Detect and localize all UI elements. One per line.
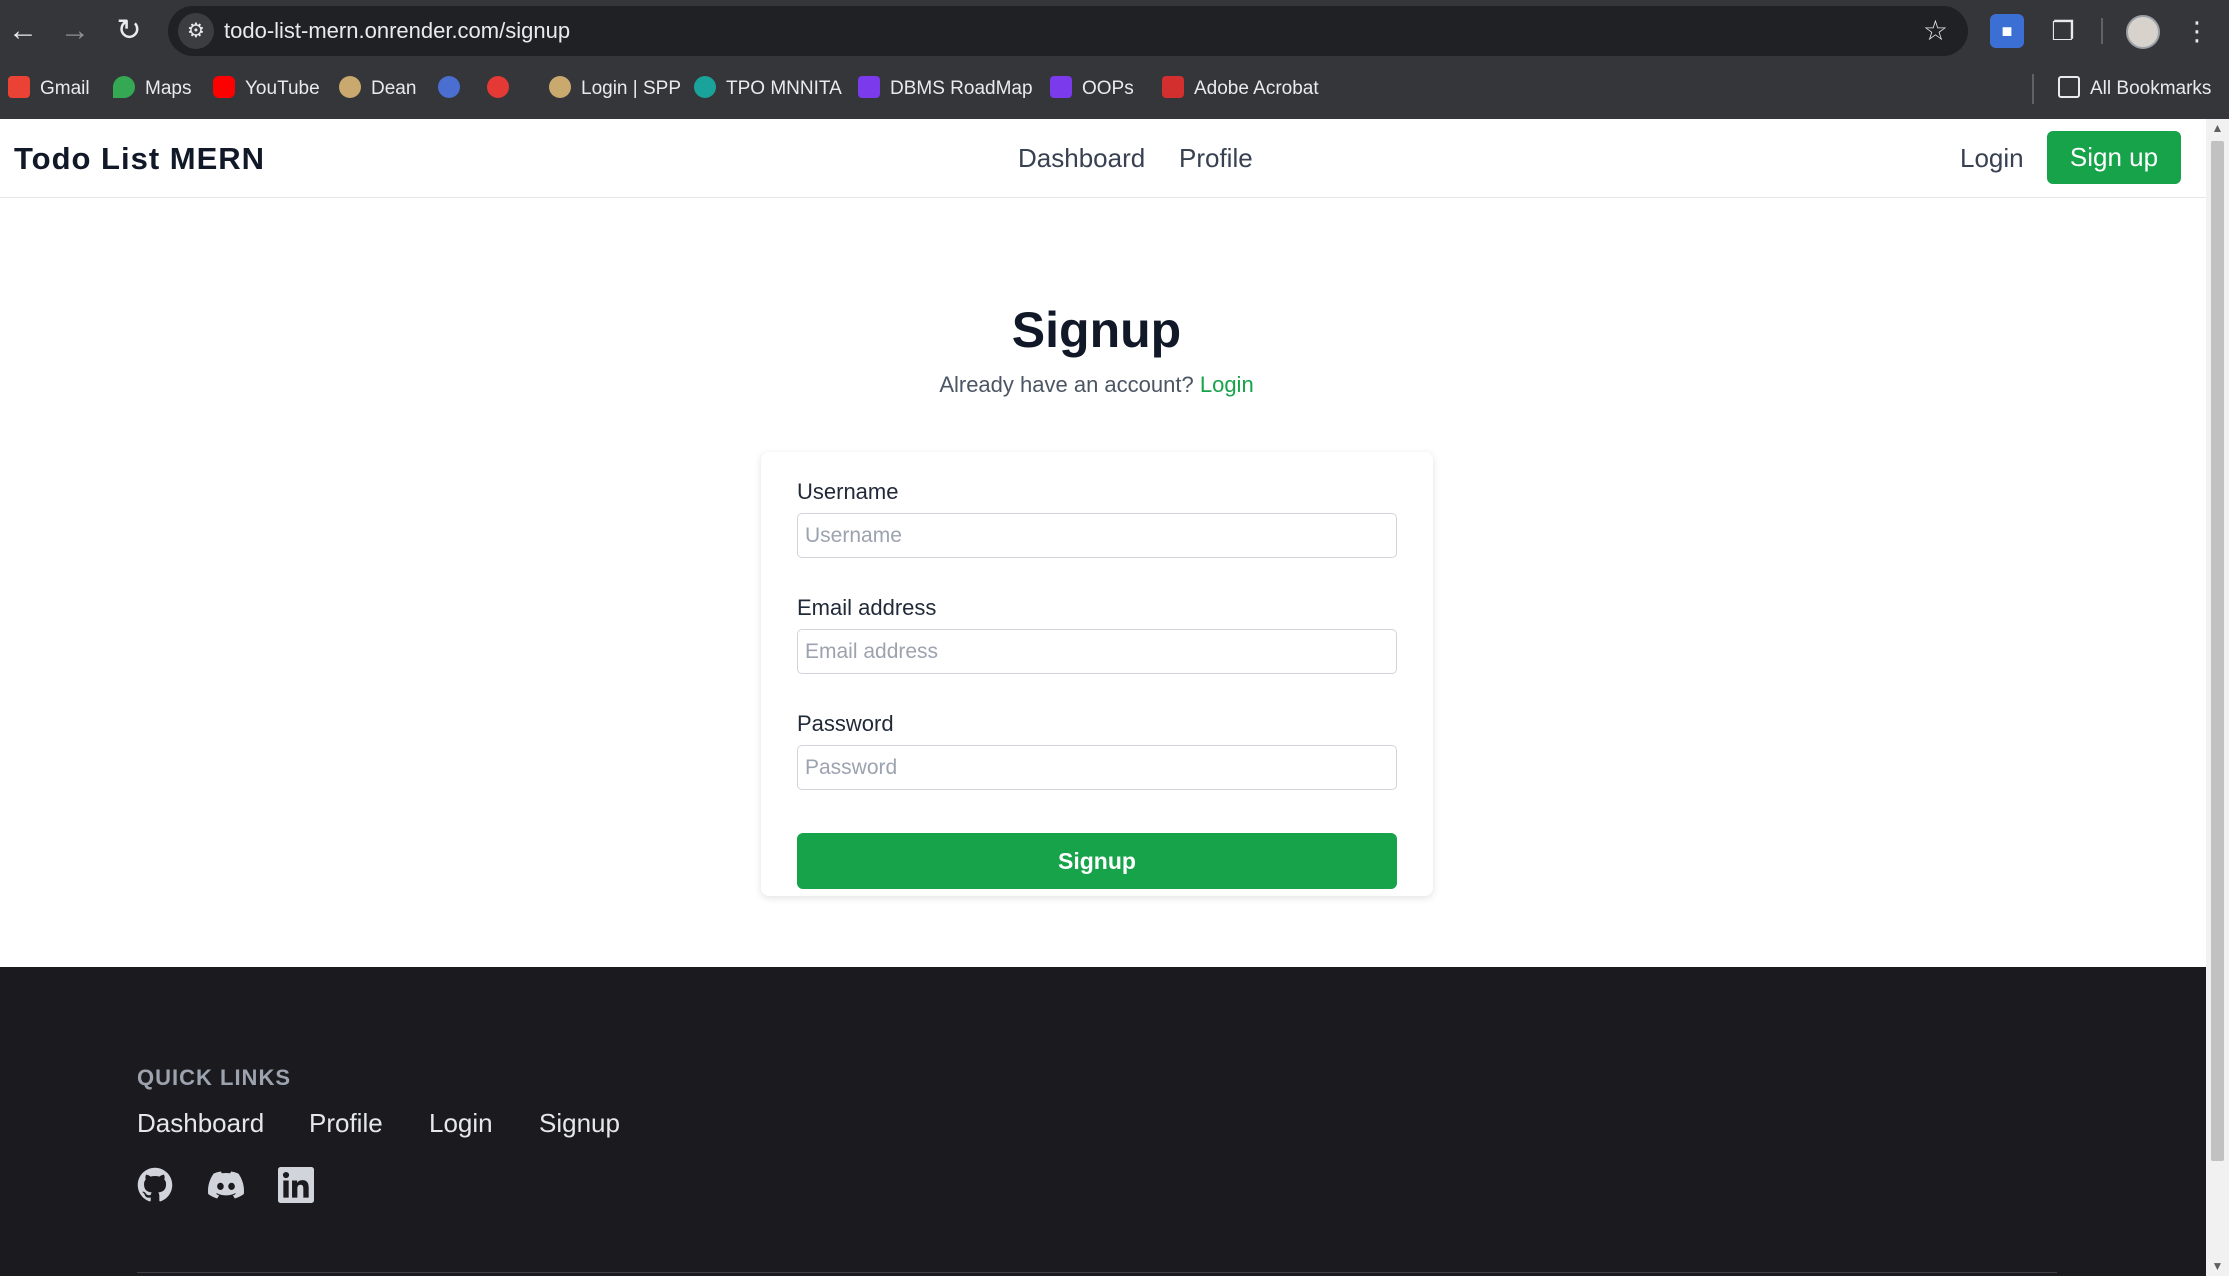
bookmark-dean[interactable]: Dean <box>339 74 416 104</box>
signup-submit-button[interactable]: Signup <box>797 833 1397 889</box>
scrollbar-thumb[interactable] <box>2211 141 2224 1161</box>
tpo-icon <box>694 76 716 98</box>
bookmark-login-spp[interactable]: Login | SPP <box>549 74 681 104</box>
back-icon[interactable]: ← <box>2 10 44 52</box>
nav-profile[interactable]: Profile <box>1179 143 1253 174</box>
github-icon[interactable] <box>137 1167 173 1203</box>
gmail-icon <box>8 76 30 98</box>
footer-link-profile[interactable]: Profile <box>309 1108 383 1139</box>
scroll-down-icon[interactable]: ▼ <box>2211 1259 2224 1273</box>
email-input[interactable] <box>797 629 1397 674</box>
youtube-icon <box>213 76 235 98</box>
dbms-icon <box>858 76 880 98</box>
maps-icon <box>113 76 135 98</box>
acrobat-icon <box>1162 76 1184 98</box>
site-footer: QUICK LINKS Dashboard Profile Login Sign… <box>0 967 2206 1276</box>
bookmark-tuf[interactable] <box>487 74 519 104</box>
extension-shield-icon[interactable]: ■ <box>1990 14 2024 48</box>
password-input[interactable] <box>797 745 1397 790</box>
quick-links-title: QUICK LINKS <box>137 1065 291 1090</box>
extensions-puzzle-icon[interactable]: ❐ <box>2046 14 2080 48</box>
oops-icon <box>1050 76 1072 98</box>
url-text: todo-list-mern.onrender.com/signup <box>224 18 571 43</box>
bookmark-gmail[interactable]: Gmail <box>8 74 90 104</box>
site-navbar: Todo List MERN Dashboard Profile Login S… <box>0 119 2206 198</box>
folder-icon <box>2058 76 2080 98</box>
footer-divider <box>137 1272 2057 1273</box>
tuf-icon <box>487 76 509 98</box>
discord-icon[interactable] <box>208 1167 244 1203</box>
signup-form: Username Email address Password Signup <box>761 452 1433 896</box>
login-prompt: Already have an account? Login <box>0 372 2193 398</box>
bookmark-dbms[interactable]: DBMS RoadMap <box>858 74 1033 104</box>
bookmark-star-icon[interactable]: ☆ <box>1923 14 1948 47</box>
all-bookmarks[interactable]: All Bookmarks <box>2058 74 2211 104</box>
reload-icon[interactable]: ↻ <box>108 10 150 52</box>
login-prompt-text: Already have an account? <box>939 372 1194 397</box>
password-label: Password <box>797 711 894 736</box>
nav-login[interactable]: Login <box>1960 143 2024 174</box>
site-info-icon[interactable]: ⚙ <box>178 13 214 49</box>
menu-kebab-icon[interactable]: ⋮ <box>2180 14 2214 48</box>
dean-icon <box>339 76 361 98</box>
toolbar-divider <box>2101 18 2103 44</box>
profile-avatar[interactable] <box>2126 15 2160 49</box>
footer-link-signup[interactable]: Signup <box>539 1108 620 1139</box>
forward-icon[interactable]: → <box>54 10 96 52</box>
bookmark-site[interactable] <box>438 74 470 104</box>
email-label: Email address <box>797 595 937 620</box>
bookmark-oops[interactable]: OOPs <box>1050 74 1134 104</box>
page-title: Signup <box>1011 302 1182 358</box>
bookmark-acrobat[interactable]: Adobe Acrobat <box>1162 74 1319 104</box>
linkedin-icon[interactable] <box>278 1167 314 1203</box>
page-viewport: Todo List MERN Dashboard Profile Login S… <box>0 119 2206 1276</box>
login-link[interactable]: Login <box>1200 372 1254 397</box>
page-scrollbar[interactable]: ▲ ▼ <box>2206 119 2229 1276</box>
address-bar[interactable]: ⚙ todo-list-mern.onrender.com/signup ☆ <box>168 6 1968 56</box>
bookmarks-divider <box>2032 74 2034 104</box>
bookmark-tpo[interactable]: TPO MNNITA <box>694 74 842 104</box>
site-icon <box>438 76 460 98</box>
brand-logo[interactable]: Todo List MERN <box>14 141 265 177</box>
username-input[interactable] <box>797 513 1397 558</box>
nav-signup-button[interactable]: Sign up <box>2047 131 2181 184</box>
username-label: Username <box>797 479 899 504</box>
spp-icon <box>549 76 571 98</box>
footer-link-login[interactable]: Login <box>429 1108 493 1139</box>
browser-toolbar: ← → ↻ ⚙ todo-list-mern.onrender.com/sign… <box>0 0 2229 63</box>
footer-link-dashboard[interactable]: Dashboard <box>137 1108 264 1139</box>
bookmark-youtube[interactable]: YouTube <box>213 74 320 104</box>
scroll-up-icon[interactable]: ▲ <box>2211 121 2224 135</box>
nav-dashboard[interactable]: Dashboard <box>1018 143 1145 174</box>
bookmark-maps[interactable]: Maps <box>113 74 191 104</box>
